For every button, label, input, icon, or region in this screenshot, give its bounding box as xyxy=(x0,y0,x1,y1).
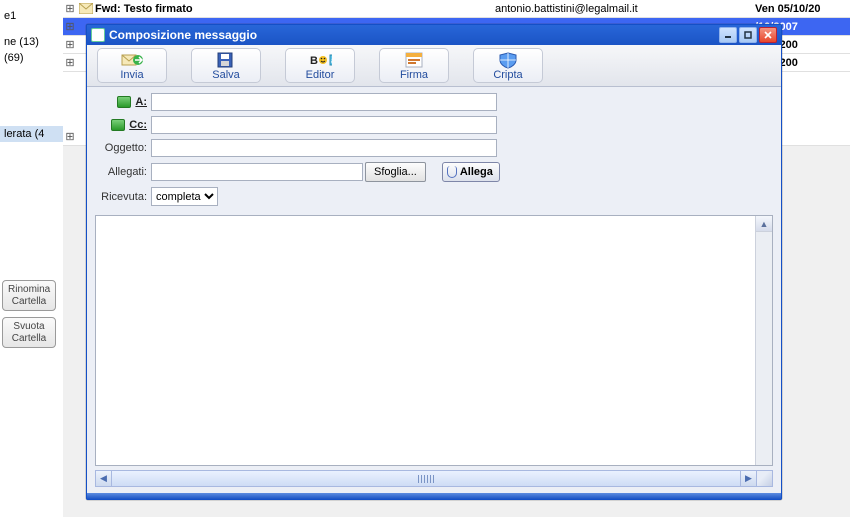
folder-item[interactable]: e1 xyxy=(0,8,63,24)
address-book-icon xyxy=(117,96,131,108)
send-button[interactable]: Invia xyxy=(97,48,167,83)
message-date: Ven 05/10/20 xyxy=(755,0,850,17)
toolbar-label: Salva xyxy=(212,69,240,81)
close-button[interactable] xyxy=(759,27,777,43)
sign-icon xyxy=(402,51,426,69)
svg-text:B: B xyxy=(310,55,318,67)
scrollbar-thumb[interactable] xyxy=(112,471,740,486)
cc-label: Cc: xyxy=(129,119,147,131)
expand-icon[interactable]: ⊞ xyxy=(63,128,77,145)
to-address-book-button[interactable]: A: xyxy=(95,93,151,111)
folder-item[interactable]: lerata (4 xyxy=(0,126,63,142)
compose-window-icon xyxy=(91,28,105,42)
window-footer xyxy=(87,493,781,499)
toolbar-label: Cripta xyxy=(493,69,522,81)
attach-button[interactable]: Allega xyxy=(442,162,500,182)
shield-icon xyxy=(496,51,520,69)
message-body-container: ▲ xyxy=(95,215,773,466)
to-field[interactable] xyxy=(151,93,497,111)
expand-icon[interactable]: ⊞ xyxy=(63,36,77,53)
scroll-right-icon[interactable]: ▶ xyxy=(740,471,756,486)
message-subject: Fwd: Testo firmato xyxy=(95,0,495,17)
empty-folder-button[interactable]: SvuotaCartella xyxy=(2,317,56,348)
attach-button-label: Allega xyxy=(460,166,493,178)
rename-folder-button[interactable]: RinominaCartella xyxy=(2,280,56,311)
window-title: Composizione messaggio xyxy=(109,28,257,42)
maximize-button[interactable] xyxy=(739,27,757,43)
compose-form: A: Cc: Oggetto: Allegati: Sfoglia... All… xyxy=(87,87,781,215)
to-label: A: xyxy=(135,96,147,108)
paperclip-icon xyxy=(447,166,457,178)
envelope-icon xyxy=(77,0,95,17)
cc-address-book-button[interactable]: Cc: xyxy=(95,116,151,134)
folder-item[interactable]: (69) xyxy=(0,50,63,66)
svg-text:ab: ab xyxy=(331,58,332,65)
folders-sidebar: e1 ne (13) (69) lerata (4 RinominaCartel… xyxy=(0,0,63,517)
receipt-label: Ricevuta: xyxy=(95,191,151,203)
attachments-label: Allegati: xyxy=(95,166,151,178)
toolbar-label: Invia xyxy=(120,69,143,81)
resize-grip-icon[interactable] xyxy=(756,471,772,486)
cc-field[interactable] xyxy=(151,116,497,134)
expand-icon[interactable]: ⊞ xyxy=(63,54,77,71)
attachment-path-field[interactable] xyxy=(151,163,363,181)
scroll-left-icon[interactable]: ◀ xyxy=(96,471,112,486)
message-from: antonio.battistini@legalmail.it xyxy=(495,0,755,17)
editor-button[interactable]: Bab Editor xyxy=(285,48,355,83)
minimize-button[interactable] xyxy=(719,27,737,43)
receipt-select[interactable]: completa xyxy=(151,187,218,206)
save-icon xyxy=(214,51,238,69)
message-row[interactable]: ⊞ Fwd: Testo firmato antonio.battistini@… xyxy=(63,0,850,18)
expand-icon[interactable]: ⊞ xyxy=(63,18,77,35)
editor-icon: Bab xyxy=(308,51,332,69)
message-body-field[interactable] xyxy=(96,216,755,465)
folder-item[interactable]: ne (13) xyxy=(0,34,63,50)
address-book-icon xyxy=(111,119,125,131)
subject-field[interactable] xyxy=(151,139,497,157)
send-icon xyxy=(120,51,144,69)
save-button[interactable]: Salva xyxy=(191,48,261,83)
browse-button[interactable]: Sfoglia... xyxy=(365,162,426,182)
scroll-up-icon[interactable]: ▲ xyxy=(756,216,772,232)
compose-window: Composizione messaggio Invia Salva Bab E… xyxy=(86,24,782,500)
toolbar: Invia Salva Bab Editor Firma Cripta xyxy=(87,45,781,87)
horizontal-scrollbar[interactable]: ◀ ▶ xyxy=(95,470,773,487)
toolbar-label: Editor xyxy=(306,69,335,81)
expand-icon[interactable]: ⊞ xyxy=(63,0,77,17)
titlebar[interactable]: Composizione messaggio xyxy=(87,25,781,45)
subject-label: Oggetto: xyxy=(95,142,151,154)
toolbar-label: Firma xyxy=(400,69,428,81)
encrypt-button[interactable]: Cripta xyxy=(473,48,543,83)
editor-vertical-scrollbar[interactable]: ▲ xyxy=(755,216,772,465)
sign-button[interactable]: Firma xyxy=(379,48,449,83)
